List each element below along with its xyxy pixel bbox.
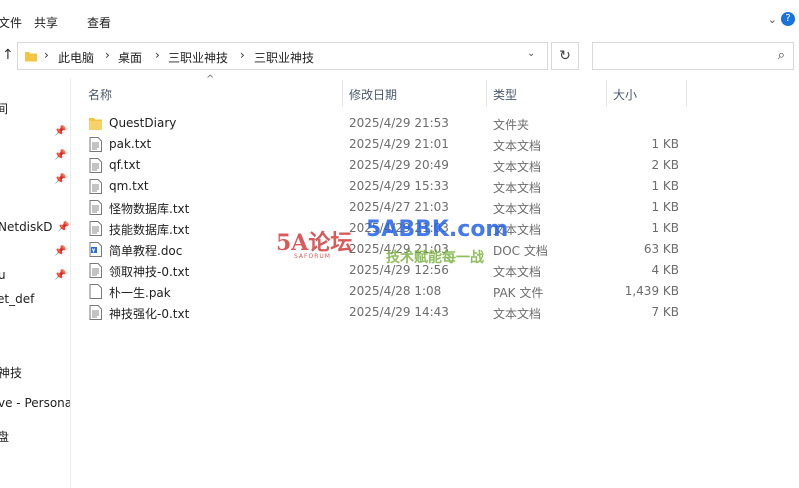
watermark-site: 5ABBK.com [366,217,509,242]
file-date: 2025/4/29 21:53 [349,116,449,130]
watermark-slogan: 技术赋能每一战 [386,250,484,266]
text-file-icon [89,263,102,278]
search-icon: ⌕ [777,48,785,63]
text-file-icon [89,200,102,215]
file-row[interactable]: 朴一生.pak 2025/4/28 1:08 PAK 文件 1,439 KB [80,281,700,302]
file-row[interactable]: 神技强化-0.txt 2025/4/29 14:43 文本文档 7 KB [80,302,700,323]
chevron-right-icon: › [44,48,49,62]
file-type: 文件夹 [493,118,530,132]
file-type: 文本文档 [493,160,542,174]
navigation-pane: 间 📌 📌 📌 NetdiskD 📌 📌 u 📌 et_def 神技 ve - … [0,78,71,488]
file-date: 2025/4/29 20:49 [349,158,449,172]
text-file-icon [89,221,102,236]
address-dropdown-icon[interactable]: ⌄ [527,48,535,59]
pin-icon: 📌 [57,222,70,233]
file-name: pak.txt [109,137,152,151]
file-row[interactable]: qf.txt 2025/4/29 20:49 文本文档 2 KB [80,155,700,176]
sidebar-item-netdisk[interactable]: NetdiskD [0,220,52,234]
column-size[interactable]: 大小 [613,86,637,103]
pin-icon: 📌 [54,150,67,161]
file-name: qf.txt [109,158,141,172]
file-type: 文本文档 [493,139,542,153]
file-date: 2025/4/29 21:01 [349,137,449,151]
pin-icon: 📌 [54,270,67,281]
sidebar-item-disk[interactable]: 盘 [0,428,9,445]
file-name: QuestDiary [109,116,177,130]
file-name: 朴一生.pak [109,286,171,300]
ribbon-tab-share[interactable]: 共享 [34,14,58,31]
address-bar[interactable]: › 此电脑 › 桌面 › 三职业神技 › 三职业神技 [17,42,548,70]
doc-file-icon [89,242,102,257]
file-name: 神技强化-0.txt [109,307,190,321]
chevron-right-icon[interactable]: › [155,48,160,62]
breadcrumb-desktop[interactable]: 桌面 [118,49,142,66]
text-file-icon [89,137,102,152]
pin-icon: 📌 [54,174,67,185]
file-name: 技能数据库.txt [109,223,190,237]
file-type: 文本文档 [493,307,542,321]
folder-icon [25,52,37,62]
chevron-right-icon[interactable]: › [240,48,245,62]
file-size: 7 KB [651,305,679,319]
file-row[interactable]: qm.txt 2025/4/29 15:33 文本文档 1 KB [80,176,700,197]
file-name: 简单教程.doc [109,244,183,258]
file-name: 怪物数据库.txt [109,202,190,216]
refresh-button[interactable]: ↻ [551,42,579,70]
sidebar-item-onedrive[interactable]: ve - Persona [0,396,70,410]
file-name: qm.txt [109,179,149,193]
ribbon-tab-file[interactable]: 文件 [0,14,22,31]
column-header: 名称 修改日期 类型 大小 [0,80,799,106]
file-date: 2025/4/28 1:08 [349,284,442,298]
file-row[interactable]: pak.txt 2025/4/29 21:01 文本文档 1 KB [80,134,700,155]
text-file-icon [89,305,102,320]
file-date: 2025/4/29 15:33 [349,179,449,193]
file-size: 1 KB [651,221,679,235]
column-name[interactable]: 名称 [88,86,112,103]
watermark-sub: SAFORUM [294,253,331,260]
file-date: 2025/4/29 14:43 [349,305,449,319]
file-size: 1 KB [651,200,679,214]
column-date[interactable]: 修改日期 [349,86,397,103]
search-input[interactable]: ⌕ [592,42,794,70]
breadcrumb-folder-1[interactable]: 三职业神技 [168,49,228,66]
breadcrumb-folder-2[interactable]: 三职业神技 [254,49,314,66]
file-size: 1 KB [651,137,679,151]
ribbon: 文件 共享 查看 ⌄ ? [0,0,799,40]
sidebar-item-et-def[interactable]: et_def [0,292,34,306]
folder-icon [89,118,102,130]
up-arrow-icon[interactable]: ↑ [2,47,14,63]
column-type[interactable]: 类型 [493,86,517,103]
pin-icon: 📌 [54,246,67,257]
file-name: 领取神技-0.txt [109,265,190,279]
blank-file-icon [89,284,102,299]
pin-icon: 📌 [54,126,67,137]
text-file-icon [89,179,102,194]
watermark: 5A论坛 SAFORUM 5ABBK.com 技术赋能每一战 [276,205,516,277]
ribbon-expand-icon[interactable]: ⌄ [768,13,777,26]
file-row[interactable]: QuestDiary 2025/4/29 21:53 文件夹 [80,113,700,134]
file-size: 2 KB [651,158,679,172]
sidebar-item-u[interactable]: u [0,268,6,282]
text-file-icon [89,158,102,173]
file-size: 1,439 KB [624,284,679,298]
chevron-right-icon[interactable]: › [105,48,110,62]
file-type: 文本文档 [493,181,542,195]
file-size: 63 KB [643,242,679,256]
file-size: 4 KB [651,263,679,277]
help-icon[interactable]: ? [781,12,795,26]
ribbon-tab-view[interactable]: 查看 [87,14,111,31]
file-size: 1 KB [651,179,679,193]
sidebar-item-shenji[interactable]: 神技 [0,364,22,381]
breadcrumb-this-pc[interactable]: 此电脑 [58,49,94,66]
file-type: PAK 文件 [493,286,544,300]
